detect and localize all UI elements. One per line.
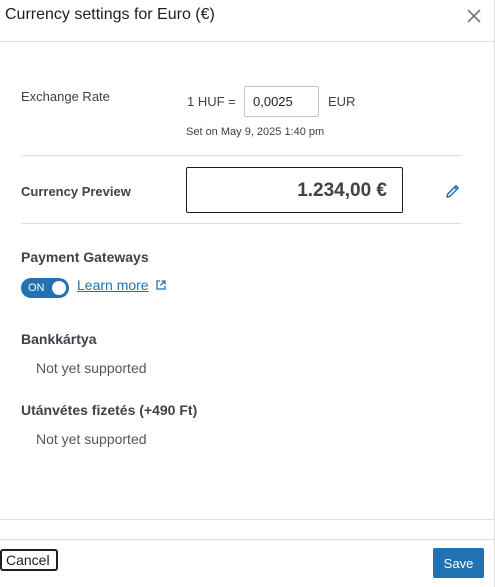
save-button[interactable]: Save <box>433 548 484 578</box>
currency-preview-value: 1.234,00 € <box>297 180 387 201</box>
pencil-icon[interactable] <box>445 183 461 199</box>
learn-more-link[interactable]: Learn more <box>77 277 149 293</box>
close-icon[interactable] <box>464 6 484 26</box>
exchange-rate-input[interactable] <box>244 86 319 117</box>
external-link-icon[interactable] <box>156 277 166 290</box>
divider <box>21 223 461 224</box>
payment-gateways-toggle[interactable]: ON <box>21 278 69 298</box>
exchange-rate-label: Exchange Rate <box>21 89 110 104</box>
currency-preview-box: 1.234,00 € <box>186 167 403 213</box>
divider <box>0 539 495 540</box>
payment-gateways-title: Payment Gateways <box>21 249 149 265</box>
divider <box>21 155 461 156</box>
gateway-name: Utánvétes fizetés (+490 Ft) <box>21 402 198 418</box>
cancel-button[interactable]: Cancel <box>0 549 58 571</box>
toggle-label: ON <box>28 282 45 294</box>
currency-preview-label: Currency Preview <box>21 184 131 199</box>
exchange-rate-suffix: EUR <box>328 94 356 109</box>
exchange-rate-prefix: 1 HUF = <box>187 94 236 109</box>
dialog-title: Currency settings for Euro (€) <box>5 6 215 23</box>
dialog-footer <box>0 519 495 587</box>
currency-settings-dialog: Currency settings for Euro (€) Exchange … <box>0 0 495 587</box>
toggle-knob <box>52 281 66 295</box>
gateway-name: Bankkártya <box>21 331 97 347</box>
gateway-status: Not yet supported <box>36 360 147 376</box>
gateway-status: Not yet supported <box>36 431 147 447</box>
dialog-header: Currency settings for Euro (€) <box>0 0 495 42</box>
exchange-rate-timestamp: Set on May 9, 2025 1:40 pm <box>186 126 325 138</box>
